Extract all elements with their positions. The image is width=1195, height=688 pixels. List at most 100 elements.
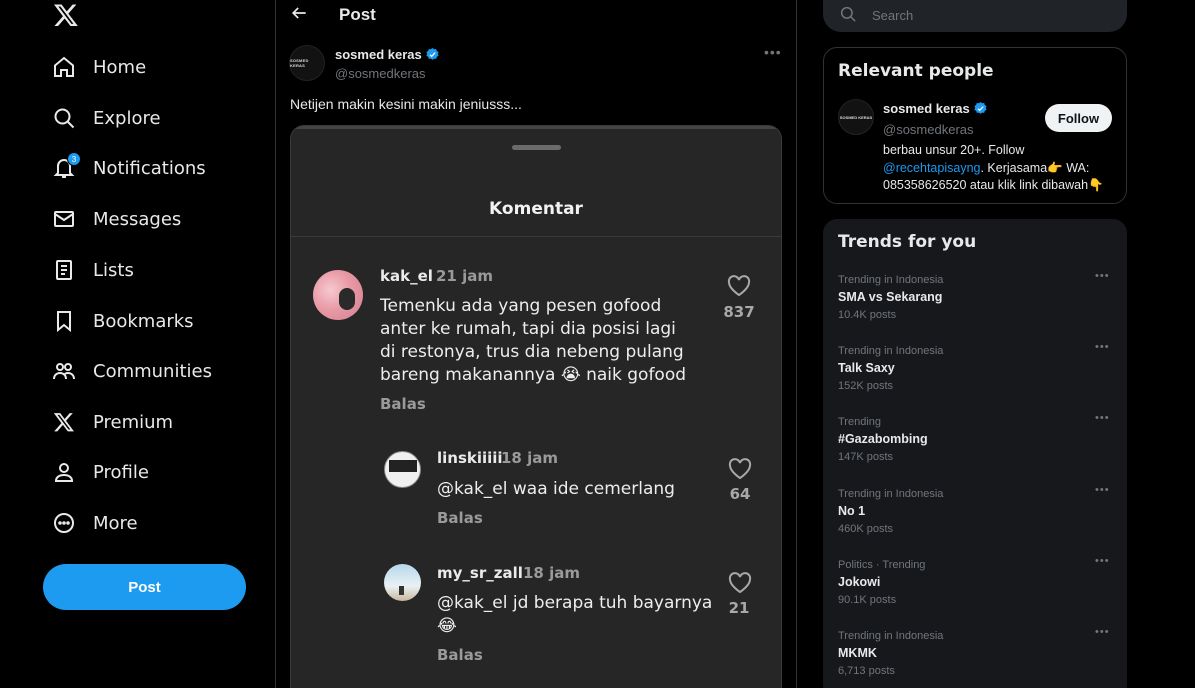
comment-text: Temenku ada yang pesen gofood anter ke r… xyxy=(380,295,686,387)
trends-panel: Trends for you Trending in Indonesia SMA… xyxy=(823,219,1127,688)
section-title: Trends for you xyxy=(838,232,977,252)
more-options-icon[interactable]: ••• xyxy=(1095,555,1113,569)
comment-time: 18 jam xyxy=(501,449,558,467)
bell-icon: 3 xyxy=(50,152,81,182)
trend-context: Trending in Indonesia xyxy=(838,488,944,500)
left-sidebar: Home Explore 3 Notifications Messages Li… xyxy=(0,0,276,688)
post-button[interactable]: Post xyxy=(43,564,246,610)
bio-mention-link[interactable]: @recehtapisayng xyxy=(883,161,980,175)
trend-item[interactable]: Trending in Indonesia Talk Saxy 152K pos… xyxy=(823,341,1127,415)
x-logo-icon xyxy=(50,408,78,436)
trend-context: Trending in Indonesia xyxy=(838,274,944,286)
nav-home[interactable]: Home xyxy=(50,47,146,87)
trend-name: #Gazabombing xyxy=(838,432,928,446)
commenter-avatar xyxy=(384,451,421,488)
media-top-strip xyxy=(291,126,781,129)
comment-line: Temenku ada yang pesen gofood xyxy=(380,296,662,316)
author-name[interactable]: sosmed keras xyxy=(335,47,440,62)
nav-lists[interactable]: Lists xyxy=(50,250,134,290)
comment-line: 😂 xyxy=(437,616,457,636)
heart-icon xyxy=(728,572,752,594)
relevant-people-panel: Relevant people SOSMED KERAS sosmed kera… xyxy=(823,47,1127,204)
comment-line: bareng makanannya 😭 naik gofood xyxy=(380,365,687,385)
more-options-icon[interactable]: ••• xyxy=(1095,626,1113,640)
trend-count: 90.1K posts xyxy=(838,594,897,606)
more-options-icon[interactable]: ••• xyxy=(1095,341,1113,355)
nav-premium[interactable]: Premium xyxy=(50,402,173,442)
nav-explore[interactable]: Explore xyxy=(50,98,161,138)
envelope-icon xyxy=(50,205,78,233)
person-handle[interactable]: @sosmedkeras xyxy=(883,122,974,137)
post-media-image[interactable]: Komentar kak_el 21 jam Temenku ada yang … xyxy=(290,125,782,688)
back-arrow-icon[interactable] xyxy=(289,3,309,23)
more-options-icon[interactable]: ••• xyxy=(1095,412,1113,426)
comment-text: @kak_el waa ide cemerlang xyxy=(437,478,675,501)
search-icon xyxy=(840,6,856,22)
avatar-logo-text: SOSMED KERAS xyxy=(290,58,309,68)
people-icon xyxy=(50,357,78,385)
author-handle[interactable]: @sosmedkeras xyxy=(335,66,426,81)
reply-link: Balas xyxy=(437,509,483,527)
page-title: Post xyxy=(339,5,376,24)
post-header: Post xyxy=(276,0,796,30)
trend-context: Trending in Indonesia xyxy=(838,630,944,642)
trend-count: 460K posts xyxy=(838,523,894,535)
heart-icon xyxy=(728,458,752,480)
sheet-drag-handle xyxy=(512,145,561,150)
avatar[interactable]: SOSMED KERAS xyxy=(838,99,874,135)
trend-name: SMA vs Sekarang xyxy=(838,290,943,304)
commenter-avatar xyxy=(384,564,421,601)
more-options-icon[interactable]: ••• xyxy=(1095,270,1113,284)
nav-label: Home xyxy=(93,56,147,78)
trend-count: 152K posts xyxy=(838,380,894,392)
nav-label: Bookmarks xyxy=(93,310,194,332)
trend-item[interactable]: Trending in Indonesia No 1 460K posts ••… xyxy=(823,484,1127,558)
divider xyxy=(291,236,781,237)
nav-label: Notifications xyxy=(93,157,206,179)
search-icon xyxy=(50,104,78,132)
nav-more[interactable]: More xyxy=(50,503,138,543)
trend-context: Trending xyxy=(838,416,882,428)
trend-item[interactable]: Trending in Indonesia SMA vs Sekarang 10… xyxy=(823,270,1127,344)
notification-badge: 3 xyxy=(67,152,81,166)
person-name[interactable]: sosmed keras xyxy=(883,101,988,116)
nav-label: More xyxy=(93,512,138,534)
trend-name: Talk Saxy xyxy=(838,361,895,375)
more-circle-icon xyxy=(50,509,78,537)
more-options-icon[interactable]: ••• xyxy=(1095,484,1113,498)
x-logo-icon[interactable] xyxy=(53,2,79,28)
trend-context: Politics · Trending xyxy=(838,559,926,571)
nav-profile[interactable]: Profile xyxy=(50,452,149,492)
nav-label: Explore xyxy=(93,107,161,129)
author-name-text: sosmed keras xyxy=(335,47,422,62)
tweet-text: Netijen makin kesini makin jeniusss... xyxy=(290,96,522,112)
nav-label: Communities xyxy=(93,360,212,382)
trend-count: 147K posts xyxy=(838,451,894,463)
search-input[interactable] xyxy=(872,6,1102,24)
home-icon xyxy=(50,53,78,81)
trend-name: No 1 xyxy=(838,504,866,518)
person-name-text: sosmed keras xyxy=(883,101,970,116)
trend-item[interactable]: Trending in Indonesia MKMK 6,713 posts •… xyxy=(823,626,1127,688)
bookmark-icon xyxy=(50,307,78,335)
comment-text: @kak_el jd berapa tuh bayarnya 😂 xyxy=(437,592,712,638)
nav-label: Messages xyxy=(93,208,182,230)
nav-bookmarks[interactable]: Bookmarks xyxy=(50,301,194,341)
like-count: 64 xyxy=(729,485,751,503)
nav-communities[interactable]: Communities xyxy=(50,351,212,391)
app-root: Home Explore 3 Notifications Messages Li… xyxy=(0,0,1195,688)
more-options-icon[interactable]: ••• xyxy=(764,44,784,64)
trend-name: MKMK xyxy=(838,646,877,660)
follow-button[interactable]: Follow xyxy=(1045,104,1112,132)
section-title: Relevant people xyxy=(838,61,994,81)
trend-item[interactable]: Trending #Gazabombing 147K posts ••• xyxy=(823,412,1127,486)
reply-link: Balas xyxy=(437,646,483,664)
trend-item[interactable]: Politics · Trending Jokowi 90.1K posts •… xyxy=(823,555,1127,629)
verified-badge-icon xyxy=(974,101,987,114)
avatar[interactable]: SOSMED KERAS xyxy=(289,45,325,81)
nav-label: Profile xyxy=(93,461,149,483)
search-bar[interactable] xyxy=(823,0,1127,32)
comment-line: @kak_el waa ide cemerlang xyxy=(437,479,675,499)
nav-messages[interactable]: Messages xyxy=(50,199,181,239)
nav-notifications[interactable]: 3 Notifications xyxy=(50,148,206,188)
